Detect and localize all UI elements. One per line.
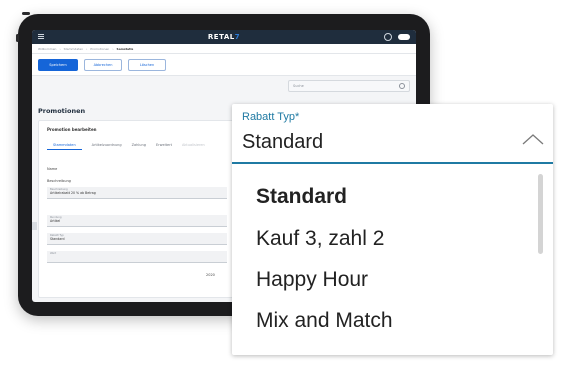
tab-erweitert[interactable]: Erweitert: [156, 143, 172, 150]
stage: RETAL7 Willkommen › Stammdaten › Promoti…: [0, 0, 576, 384]
value-number: 2020: [206, 273, 215, 277]
tablet-button: [16, 34, 19, 42]
dropdown-scrollbar[interactable]: [538, 174, 543, 254]
dropdown-option-happy-hour[interactable]: Happy Hour: [256, 268, 368, 292]
delete-button[interactable]: Löschen: [128, 58, 166, 71]
cancel-button[interactable]: Abbrechen: [84, 58, 122, 71]
side-handle[interactable]: [32, 222, 37, 230]
dropdown-header[interactable]: Rabatt Typ* Standard: [232, 104, 553, 164]
dropdown-option-mix-and-match[interactable]: Mix and Match: [256, 309, 393, 333]
tablet-button: [22, 12, 30, 15]
breadcrumb-item[interactable]: Willkommen: [38, 47, 56, 51]
dropdown-value: Standard: [242, 131, 324, 153]
card-title: Promotion bearbeiten: [47, 127, 97, 132]
breadcrumb-item[interactable]: Stammdaten: [64, 47, 83, 51]
tab-zahlung[interactable]: Zahlung: [132, 143, 146, 150]
breadcrumb: Willkommen › Stammdaten › Promotionen › …: [32, 44, 416, 54]
value-field[interactable]: Wert: [47, 251, 227, 263]
save-button[interactable]: Speichern: [38, 58, 78, 71]
search-input[interactable]: Suche: [288, 80, 410, 92]
tab-bar: Stammdaten Artikelzuordnung Zahlung Erwe…: [47, 143, 205, 150]
breadcrumb-current: Samstatis: [116, 46, 134, 51]
user-toggle[interactable]: [398, 34, 410, 40]
name-label: Name: [47, 167, 58, 171]
dropdown-label: Rabatt Typ*: [242, 111, 300, 123]
dropdown-option-standard[interactable]: Standard: [256, 185, 347, 209]
settings-icon[interactable]: [384, 33, 392, 41]
description-label: Beschreibung: [47, 179, 71, 183]
breadcrumb-item[interactable]: Promotionen: [90, 47, 109, 51]
hamburger-menu-icon[interactable]: [38, 34, 44, 40]
toolbar: Speichern Abbrechen Löschen: [32, 54, 416, 76]
discount-type-dropdown[interactable]: Rabatt Typ* Standard Standard Kauf 3, za…: [232, 104, 553, 355]
search-icon: [399, 83, 405, 89]
tab-stammdaten[interactable]: Stammdaten: [47, 143, 82, 150]
tab-artikelzuordnung[interactable]: Artikelzuordnung: [92, 143, 122, 150]
rounding-field[interactable]: Rundung Artikel: [47, 215, 227, 227]
discount-type-field[interactable]: Rabatt Typ Standard: [47, 233, 227, 245]
app-logo: RETAL7: [207, 33, 241, 41]
description-field[interactable]: Beschreibung Artikelrabatt 20 % ab Betra…: [47, 187, 227, 199]
dropdown-option-kauf-3-zahl-2[interactable]: Kauf 3, zahl 2: [256, 227, 384, 251]
tab-more[interactable]: Aktualisieren: [182, 143, 205, 150]
chevron-up-icon[interactable]: [522, 132, 544, 146]
page-title: Promotionen: [38, 107, 86, 115]
app-header: RETAL7: [32, 30, 416, 44]
